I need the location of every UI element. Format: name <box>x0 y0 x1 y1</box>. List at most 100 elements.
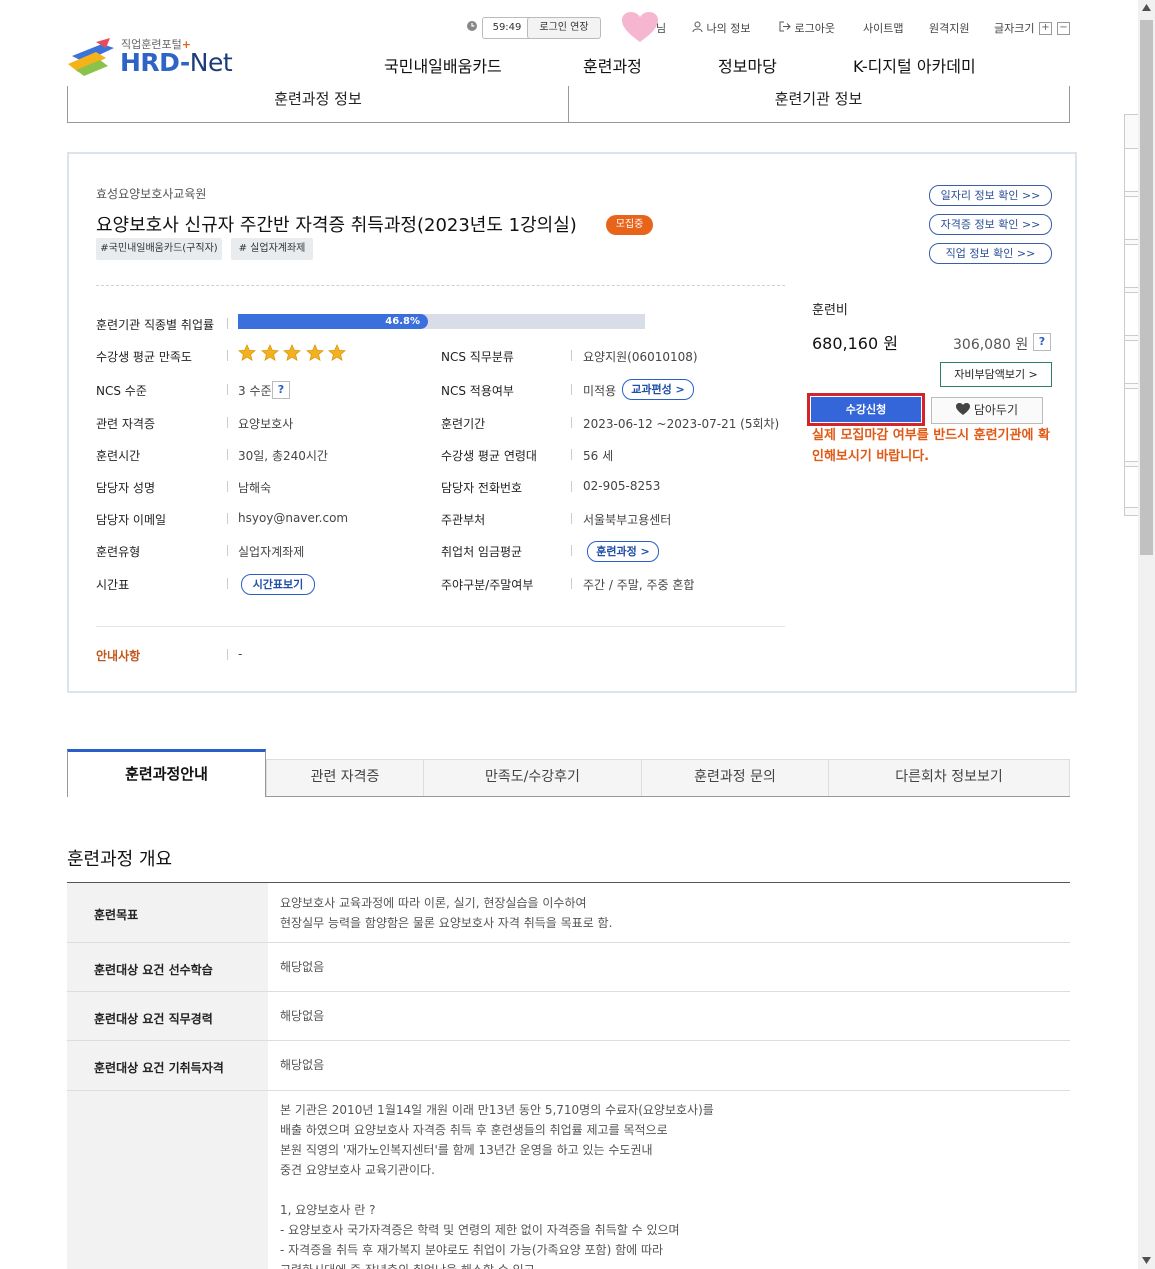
avg-wage-label: 취업처 임금평균 <box>441 545 523 559</box>
self-pay-fee: 306,080 원 <box>953 337 1029 353</box>
side-quick-button[interactable] <box>1124 196 1139 240</box>
certificate-value: 요양보호사 <box>238 417 294 431</box>
nav-k-digital[interactable]: K-디지털 아카데미 <box>853 53 976 77</box>
nav-national-card[interactable]: 국민내일배움카드 <box>384 53 502 77</box>
avg-age-label: 수강생 평균 연령대 <box>441 449 537 463</box>
scrollbar-thumb[interactable] <box>1140 20 1153 555</box>
separator <box>227 350 228 361</box>
tab-course-inquiry[interactable]: 훈련과정 문의 <box>641 759 828 796</box>
notice-value: - <box>238 647 243 661</box>
separator <box>227 449 228 460</box>
separator <box>571 384 572 395</box>
training-period-label: 훈련기간 <box>441 417 486 431</box>
side-quick-button[interactable] <box>1124 340 1139 384</box>
tab-course-guide[interactable]: 훈련과정안내 <box>67 749 266 797</box>
tab-underline <box>265 796 1070 797</box>
remote-support-link[interactable]: 원격지원 <box>929 20 969 36</box>
tab-satisfaction-review[interactable]: 만족도/수강후기 <box>423 759 641 796</box>
manager-name-label: 담당자 성명 <box>96 481 156 495</box>
training-hours-value: 30일, 총240시간 <box>238 449 328 463</box>
row-label: 훈련목표 <box>94 908 139 922</box>
manager-phone-label: 담당자 전화번호 <box>441 481 523 495</box>
separator <box>227 513 228 524</box>
scroll-down-icon[interactable] <box>1142 1257 1151 1264</box>
status-badge: 모집중 <box>606 215 653 235</box>
session-timer: 59:49 <box>482 17 532 39</box>
table-row: 훈련대상 요건 기취득자격 해당없음 <box>67 1041 1070 1091</box>
training-hours-label: 훈련시간 <box>96 449 141 463</box>
font-size-label: 글자크기 <box>994 22 1035 35</box>
tab-other-rounds[interactable]: 다른회차 정보보기 <box>828 759 1070 796</box>
separator <box>227 578 228 589</box>
course-wage-button[interactable]: 훈련과정 > <box>587 541 659 562</box>
ncs-applied-label: NCS 적용여부 <box>441 384 514 398</box>
separator <box>571 578 572 589</box>
tab-institution-info[interactable]: 훈련기관 정보 <box>568 86 1070 123</box>
day-night-value: 주간 / 주말, 주중 혼합 <box>583 578 695 592</box>
scroll-up-icon[interactable] <box>1142 4 1151 11</box>
nav-info[interactable]: 정보마당 <box>718 53 777 77</box>
clock-icon <box>466 20 478 35</box>
font-size-decrease-button[interactable]: − <box>1057 22 1070 35</box>
row-value: 해당없음 <box>280 1058 325 1072</box>
sitemap-link[interactable]: 사이트맵 <box>863 20 903 36</box>
timetable-button[interactable]: 시간표보기 <box>241 574 315 595</box>
curriculum-button[interactable]: 교과편성 > <box>622 379 694 400</box>
avg-age-value: 56 세 <box>583 449 614 463</box>
row-value: 해당없음 <box>280 960 325 974</box>
employment-rate-label: 훈련기관 직종별 취업률 <box>96 318 215 332</box>
course-title: 요양보호사 신규자 주간반 자격증 취득과정(2023년도 1강의실) <box>96 215 577 236</box>
my-info-link[interactable]: 나의 정보 <box>692 20 750 36</box>
separator <box>227 417 228 428</box>
row-label: 훈련대상 요건 선수학습 <box>94 963 213 977</box>
wishlist-button[interactable]: 담아두기 <box>931 397 1043 424</box>
training-fee: 680,160 원 <box>812 334 898 353</box>
institution-name: 효성요양보호사교육원 <box>96 187 207 201</box>
self-pay-view-button[interactable]: 자비부담액보기 > <box>940 362 1052 387</box>
certificate-info-button[interactable]: 자격증 정보 확인 >> <box>929 214 1052 235</box>
separator <box>571 350 572 361</box>
table-row: 훈련대상 요건 선수학습 해당없음 <box>67 943 1070 992</box>
table-row: 본 기관은 2010년 1월14일 개원 이래 만13년 동안 5,710명의 … <box>67 1091 1070 1269</box>
side-quick-button[interactable] <box>1124 148 1139 192</box>
tab-course-info[interactable]: 훈련과정 정보 <box>67 86 569 123</box>
separator <box>227 318 228 329</box>
side-quick-button[interactable] <box>1124 466 1139 508</box>
manager-phone-value: 02-905-8253 <box>583 479 661 493</box>
tab-related-certificate[interactable]: 관련 자격증 <box>266 759 423 796</box>
manager-name-value: 남해숙 <box>238 481 272 495</box>
employment-rate-text: 46.8% <box>385 316 420 327</box>
star-icon <box>283 344 301 361</box>
table-row: 훈련목표 요양보호사 교육과정에 따라 이론, 실기, 현장실습을 이수하여 현… <box>67 883 1070 943</box>
star-icon <box>260 344 279 361</box>
side-quick-button[interactable] <box>1124 292 1139 336</box>
fee-label: 훈련비 <box>812 303 848 318</box>
logo-mark-icon <box>68 38 114 76</box>
ncs-category-label: NCS 직무분류 <box>441 350 514 364</box>
nav-training-course[interactable]: 훈련과정 <box>583 53 642 77</box>
heart-icon <box>622 12 658 42</box>
divider <box>96 285 785 286</box>
fee-help-button[interactable]: ? <box>1033 333 1051 351</box>
logout-link[interactable]: 로그아웃 <box>779 20 835 36</box>
side-quick-button[interactable] <box>1124 388 1139 462</box>
training-type-label: 훈련유형 <box>96 545 141 559</box>
font-size-increase-button[interactable]: + <box>1039 22 1052 35</box>
separator <box>571 449 572 460</box>
table-row: 훈련대상 요건 직무경력 해당없음 <box>67 992 1070 1041</box>
ncs-level-label: NCS 수준 <box>96 384 147 398</box>
ncs-help-button[interactable]: ? <box>272 381 290 399</box>
row-label: 훈련대상 요건 기취득자격 <box>94 1061 224 1075</box>
side-quick-button[interactable] <box>1124 244 1139 288</box>
separator <box>227 649 228 660</box>
manager-email-label: 담당자 이메일 <box>96 513 167 527</box>
ncs-level-value: 3 수준 <box>238 384 272 398</box>
apply-button[interactable]: 수강신청 <box>811 397 921 422</box>
divider <box>96 626 785 627</box>
occupation-info-button[interactable]: 직업 정보 확인 >> <box>929 243 1052 264</box>
day-night-label: 주야구분/주말여부 <box>441 578 534 592</box>
logo-title: HRD-Net <box>120 48 233 77</box>
separator <box>571 545 572 556</box>
job-info-button[interactable]: 일자리 정보 확인 >> <box>929 185 1052 206</box>
login-extend-button[interactable]: 로그인 연장 <box>527 17 601 39</box>
